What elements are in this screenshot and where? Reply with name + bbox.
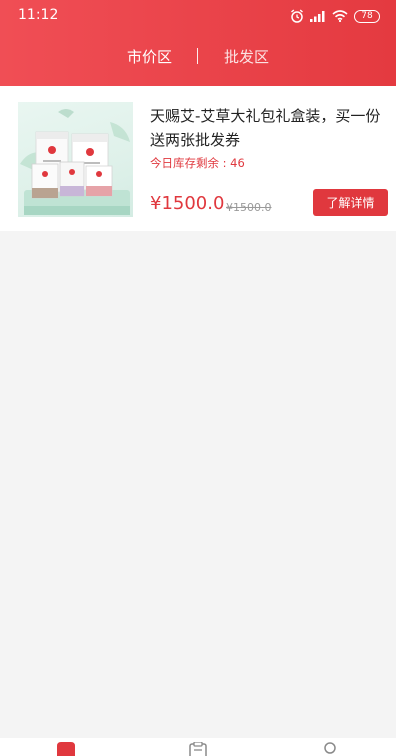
app-header: 11:12 78 市价区 批发区 — [0, 0, 396, 86]
gift-box-product-image — [20, 109, 130, 215]
status-bar: 11:12 78 — [0, 0, 396, 32]
stock-remaining: 今日库存剩余 : 46 — [150, 156, 245, 170]
learn-details-button[interactable]: 了解详情 — [313, 189, 388, 216]
bottom-nav — [0, 738, 396, 756]
tab-market-price[interactable]: 市价区 — [127, 46, 172, 67]
orders-icon[interactable] — [188, 742, 208, 756]
tab-divider — [197, 48, 198, 64]
signal-icon — [310, 11, 325, 22]
home-icon[interactable] — [55, 742, 77, 756]
tab-wholesale[interactable]: 批发区 — [224, 46, 269, 67]
status-time: 11:12 — [18, 7, 59, 23]
product-original-price: ¥1500.0 — [226, 201, 272, 214]
product-title[interactable]: 天赐艾-艾草大礼包礼盒装，买一份送两张批发券 — [150, 104, 384, 152]
battery-icon: 78 — [354, 9, 380, 23]
alarm-icon — [291, 9, 303, 23]
product-price: ¥1500.0 — [150, 193, 225, 214]
product-image[interactable] — [18, 102, 133, 217]
wifi-icon — [332, 10, 348, 22]
status-icons: 78 — [290, 7, 380, 25]
product-card[interactable]: 天赐艾-艾草大礼包礼盒装，买一份送两张批发券 今日库存剩余 : 46 ¥1500… — [0, 86, 396, 231]
profile-icon[interactable] — [321, 742, 339, 756]
zone-tabs: 市价区 批发区 — [0, 46, 396, 70]
